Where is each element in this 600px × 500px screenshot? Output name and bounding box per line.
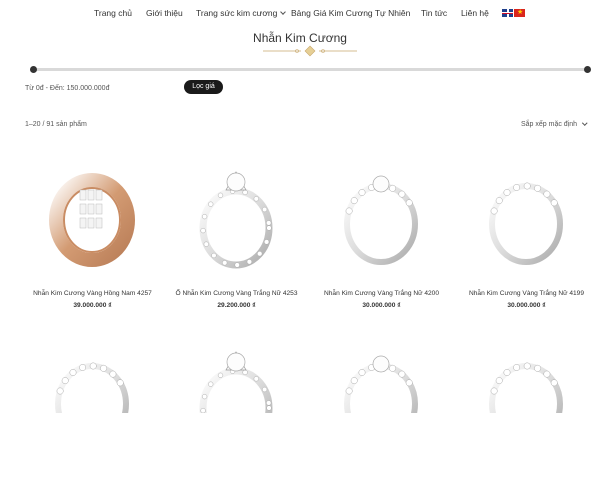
product-price: 39.000.000 ₫: [73, 302, 112, 309]
product-name[interactable]: Nhẫn Kim Cương Vàng Trắng Nữ 4200: [304, 290, 459, 297]
nav-item-contact[interactable]: Liên hệ: [461, 8, 489, 18]
ring-product-image[interactable]: [309, 330, 454, 413]
product-price: 30.000.000 ₫: [362, 302, 401, 309]
product-price: 30.000.000 ₫: [507, 302, 546, 309]
vietnam-flag-icon[interactable]: ★: [514, 9, 525, 17]
result-count: 1–20 / 91 sản phẩm: [25, 121, 87, 128]
ring-product-image[interactable]: [20, 150, 165, 290]
ring-product-image[interactable]: [164, 150, 309, 290]
title-ornament-icon: [263, 45, 357, 57]
ring-product-image[interactable]: [20, 330, 165, 413]
product-price: 29.200.000 ₫: [217, 302, 256, 309]
nav-item-about[interactable]: Giới thiệu: [146, 8, 183, 18]
product-name[interactable]: Nhẫn Kim Cương Vàng Hồng Nam 4257: [15, 290, 170, 297]
nav-item-diamond-jewelry[interactable]: Trang sức kim cương: [196, 8, 287, 18]
nav-item-price-list[interactable]: Bảng Giá Kim Cương Tự Nhiên: [291, 8, 410, 18]
ring-product-image[interactable]: [309, 150, 454, 290]
filter-price-button[interactable]: Lọc giá: [184, 80, 223, 94]
price-range-label: Từ 0đ - Đến: 150.000.000đ: [25, 85, 110, 92]
english-flag-icon[interactable]: [502, 9, 513, 17]
sort-select-label: Sắp xếp mặc định: [521, 121, 578, 128]
page-title: Nhẫn Kim Cương: [253, 31, 347, 45]
chevron-down-icon: [280, 9, 287, 15]
chevron-down-icon: [582, 119, 588, 125]
sort-select[interactable]: Sắp xếp mặc định: [521, 119, 588, 128]
top-nav: Trang chủ Giới thiệu Trang sức kim cương…: [0, 0, 600, 26]
language-switcher: ★: [502, 9, 525, 17]
price-slider-min-handle[interactable]: [30, 66, 37, 73]
price-slider-track[interactable]: [30, 68, 590, 71]
nav-item-diamond-jewelry-label: Trang sức kim cương: [196, 8, 278, 18]
nav-item-home[interactable]: Trang chủ: [94, 8, 132, 18]
product-name[interactable]: Ổ Nhẫn Kim Cương Vàng Trắng Nữ 4253: [159, 290, 314, 297]
ring-product-image[interactable]: [164, 330, 309, 413]
ring-product-image[interactable]: [454, 150, 599, 290]
product-name[interactable]: Nhẫn Kim Cương Vàng Trắng Nữ 4199: [449, 290, 600, 297]
price-slider-max-handle[interactable]: [584, 66, 591, 73]
nav-item-news[interactable]: Tin tức: [421, 8, 447, 18]
ring-product-image[interactable]: [454, 330, 599, 413]
